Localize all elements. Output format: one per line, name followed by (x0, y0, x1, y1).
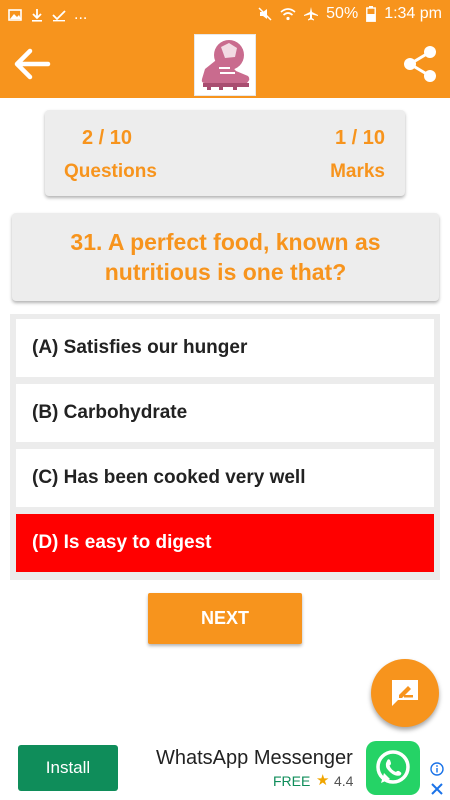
ad-price: FREE (273, 773, 311, 789)
options-list: (A) Satisfies our hunger (B) Carbohydrat… (10, 314, 440, 580)
question-text: 31. A perfect food, known as nutritious … (70, 229, 381, 285)
questions-label: Questions (64, 161, 157, 182)
app-bar (0, 30, 450, 98)
status-time: 1:34 pm (384, 5, 442, 22)
install-button[interactable]: Install (18, 745, 118, 791)
share-button[interactable] (400, 44, 440, 84)
option-b[interactable]: (B) Carbohydrate (16, 384, 434, 442)
share-icon (404, 46, 436, 82)
ad-app-name[interactable]: WhatsApp Messenger (156, 747, 353, 770)
close-icon[interactable] (430, 782, 444, 796)
info-icon[interactable] (430, 762, 444, 776)
notification-dots: ... (74, 6, 88, 23)
battery-percent: 50% (326, 5, 359, 22)
star-icon: ★ (316, 772, 330, 789)
ad-rating: 4.4 (334, 773, 354, 789)
wifi-icon (280, 8, 296, 21)
marks-label: Marks (330, 161, 385, 182)
mute-icon (258, 7, 272, 21)
arrow-left-icon (14, 48, 51, 80)
app-logo (194, 34, 256, 96)
feedback-fab[interactable] (371, 659, 439, 727)
download-icon (32, 9, 42, 22)
whatsapp-icon[interactable] (366, 741, 420, 795)
questions-count: 2 / 10 (82, 127, 133, 149)
status-bar: ... 50% 1:34 pm (0, 0, 450, 30)
question-card: 31. A perfect food, known as nutritious … (12, 213, 439, 301)
ad-banner: Install WhatsApp Messenger FREE ★ 4.4 (0, 738, 450, 800)
feedback-edit-icon (392, 680, 418, 706)
option-c[interactable]: (C) Has been cooked very well (16, 449, 434, 507)
football-shoe-logo (201, 40, 250, 90)
option-d[interactable]: (D) Is easy to digest (16, 514, 434, 572)
next-button[interactable]: NEXT (148, 593, 302, 644)
check-icon (52, 10, 66, 22)
image-icon (8, 9, 22, 21)
option-a[interactable]: (A) Satisfies our hunger (16, 319, 434, 377)
back-button[interactable] (12, 46, 52, 82)
score-card: 2 / 10 Questions 1 / 10 Marks (45, 110, 405, 196)
airplane-icon (304, 7, 319, 21)
marks-count: 1 / 10 (334, 127, 385, 149)
battery-icon (366, 6, 377, 22)
